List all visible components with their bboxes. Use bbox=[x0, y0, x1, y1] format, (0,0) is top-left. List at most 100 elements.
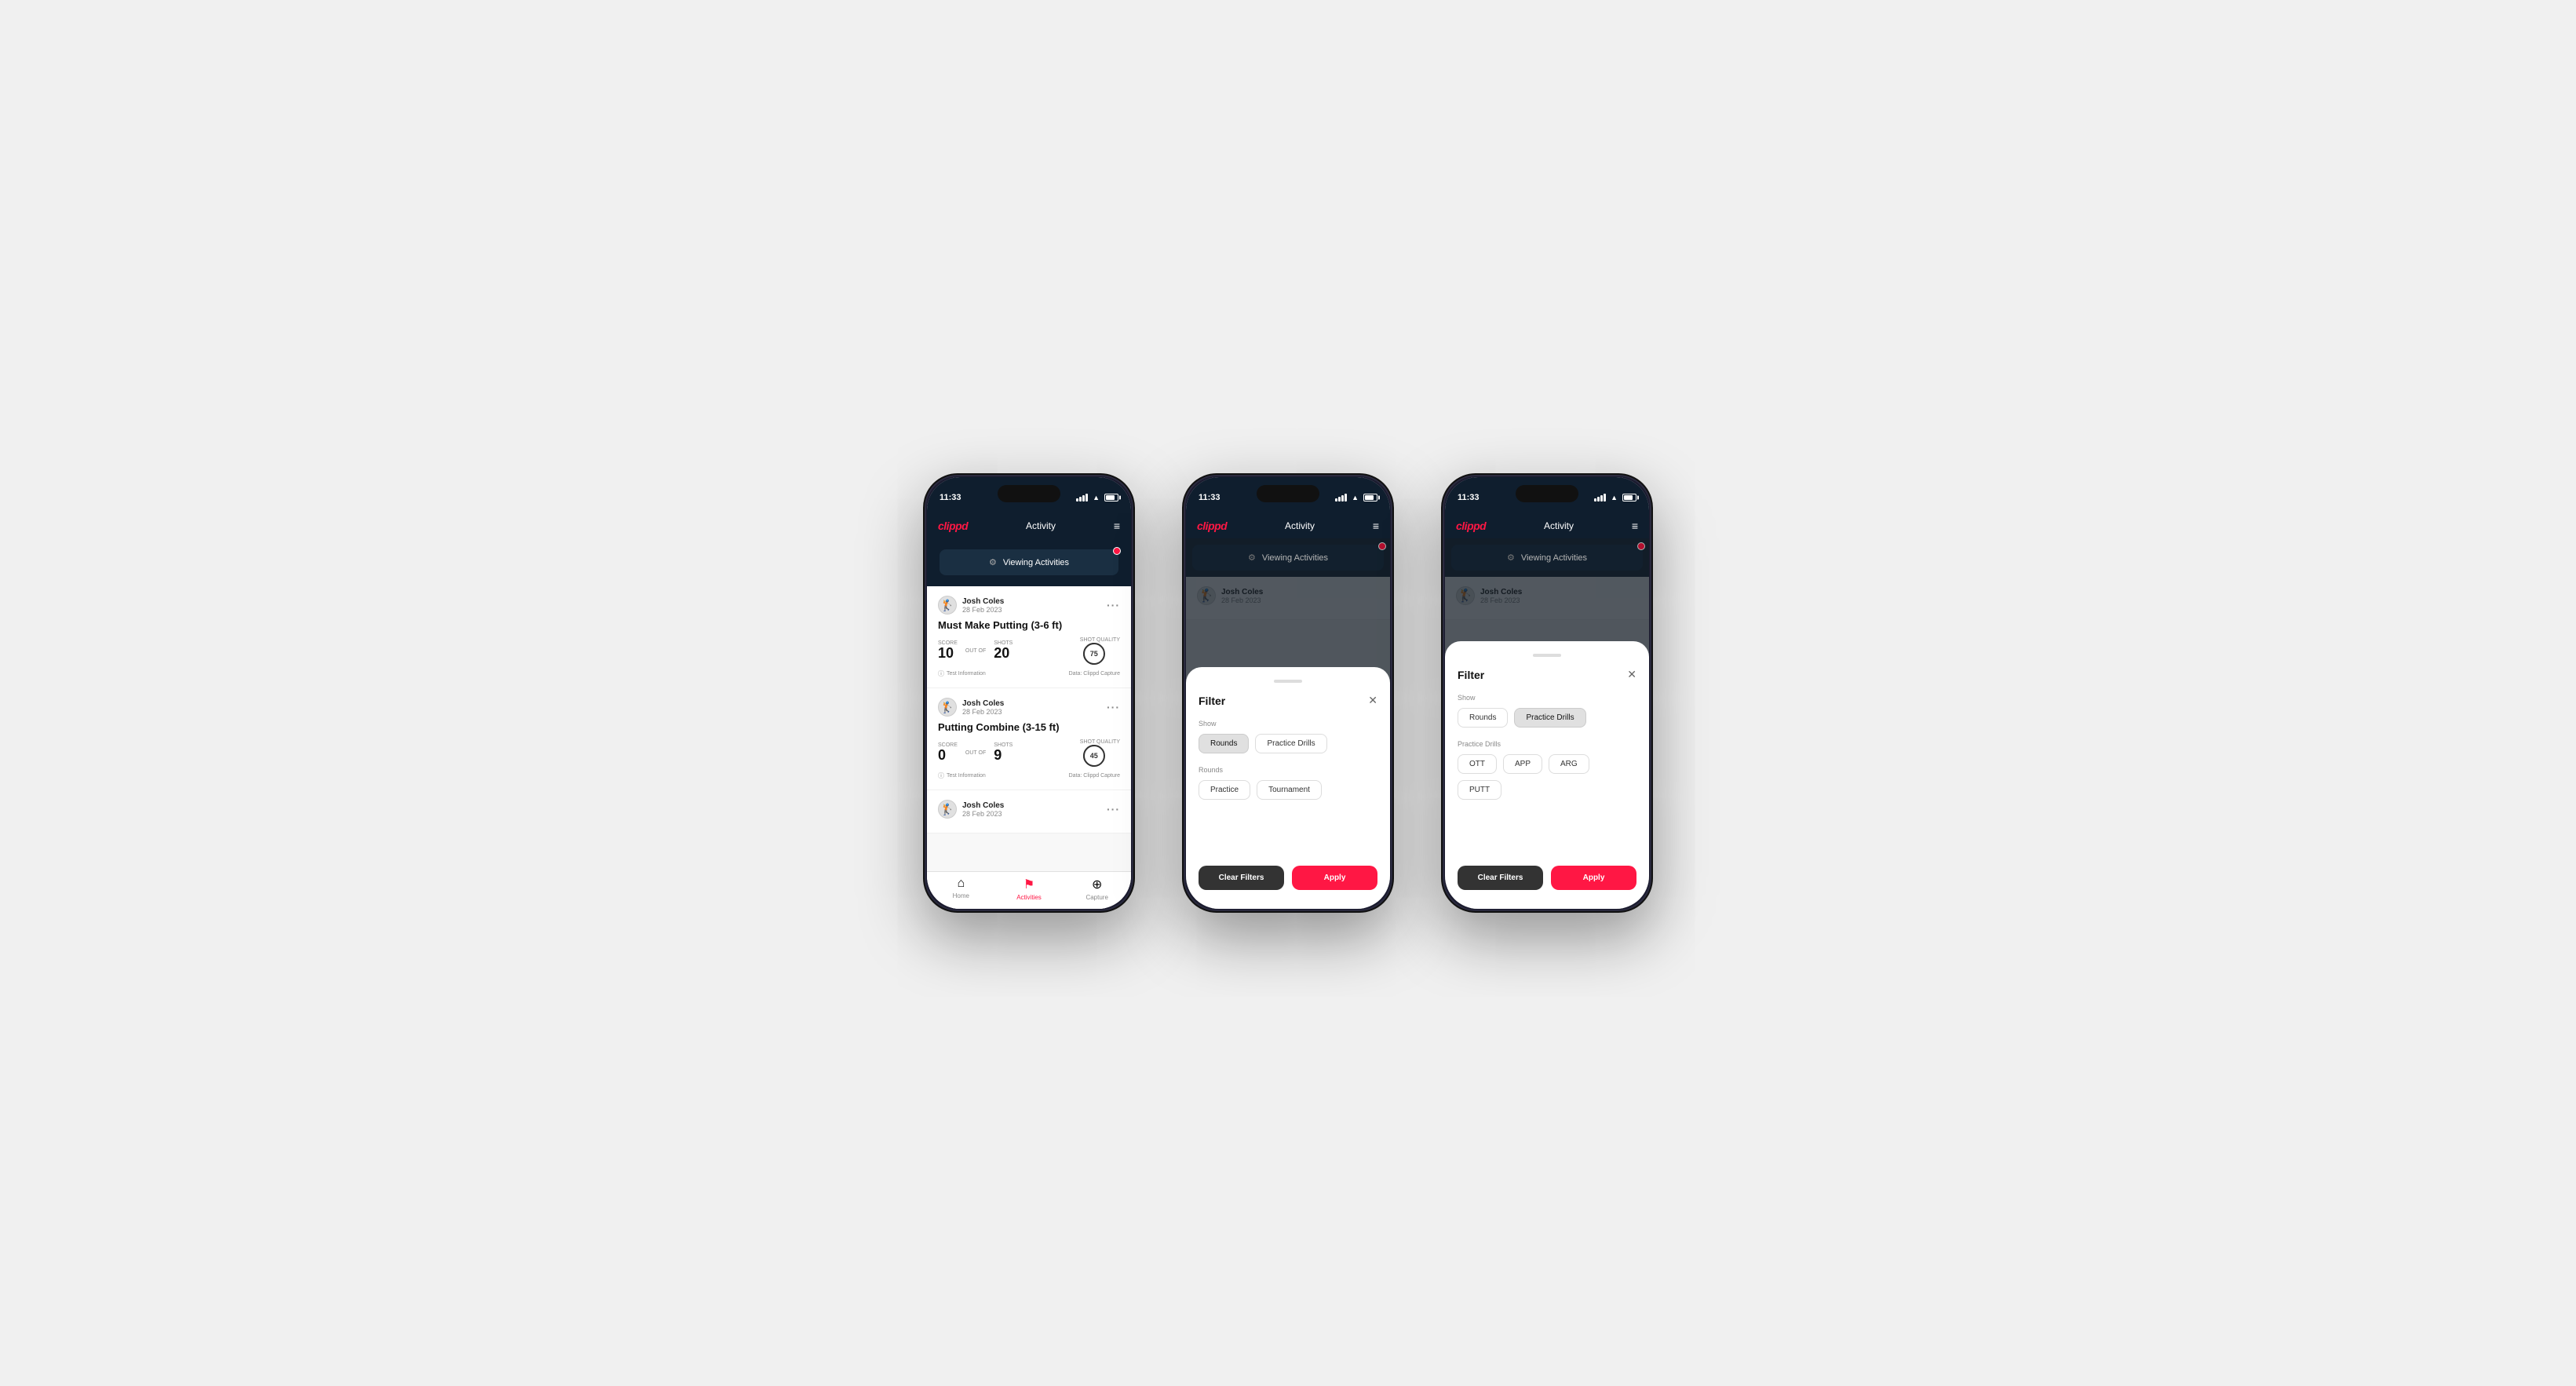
user-date-1: 28 Feb 2023 bbox=[962, 606, 1004, 614]
tab-bar-1: ⌂ Home ⚑ Activities ⊕ Capture bbox=[927, 871, 1131, 909]
wifi-icon-3: ▲ bbox=[1611, 494, 1618, 502]
dynamic-island bbox=[998, 485, 1060, 502]
clear-filters-button-3[interactable]: Clear Filters bbox=[1458, 866, 1543, 890]
out-of-2: OUT OF bbox=[965, 750, 986, 756]
chip-app-3[interactable]: APP bbox=[1503, 754, 1542, 774]
drills-label-3: Practice Drills bbox=[1458, 740, 1636, 748]
menu-icon-3[interactable]: ≡ bbox=[1632, 520, 1638, 532]
chip-rounds-3[interactable]: Rounds bbox=[1458, 708, 1508, 728]
avatar-2: 🏌 bbox=[938, 698, 957, 717]
app-title-2: Activity bbox=[1285, 520, 1315, 531]
chip-tournament-2[interactable]: Tournament bbox=[1257, 780, 1322, 800]
viewing-activities-banner-1[interactable]: ⚙ Viewing Activities bbox=[940, 549, 1118, 575]
status-time-1: 11:33 bbox=[940, 493, 961, 502]
apply-button-2[interactable]: Apply bbox=[1292, 866, 1377, 890]
app-title-3: Activity bbox=[1544, 520, 1574, 531]
user-name-1: Josh Coles bbox=[962, 597, 1004, 606]
banner-notification-dot-1 bbox=[1113, 547, 1121, 555]
background-dimmed-3: ⚙ Viewing Activities 🏌 Josh Coles 28 Feb… bbox=[1445, 538, 1649, 909]
signal-icon-2 bbox=[1335, 494, 1347, 502]
show-label-2: Show bbox=[1199, 720, 1377, 728]
avatar-1: 🏌 bbox=[938, 596, 957, 615]
phone-2: 11:33 ▲ clippd Activity bbox=[1182, 473, 1394, 913]
show-label-3: Show bbox=[1458, 694, 1636, 702]
filter-modal-2: Filter ✕ Show Rounds Practice Drills Rou… bbox=[1186, 667, 1390, 909]
modal-handle-2 bbox=[1274, 680, 1302, 683]
drills-filter-chips-3: OTT APP ARG PUTT bbox=[1458, 754, 1636, 800]
more-options-1[interactable]: ··· bbox=[1107, 599, 1120, 611]
battery-icon-3 bbox=[1622, 494, 1636, 502]
chip-practice-2[interactable]: Practice bbox=[1199, 780, 1250, 800]
modal-actions-2: Clear Filters Apply bbox=[1199, 866, 1377, 890]
card-header-1: 🏌 Josh Coles 28 Feb 2023 ··· bbox=[938, 596, 1120, 615]
close-icon-3[interactable]: ✕ bbox=[1627, 668, 1636, 681]
modal-header-3: Filter ✕ bbox=[1458, 668, 1636, 681]
app-header-2: clippd Activity ≡ bbox=[1186, 513, 1390, 538]
chip-putt-3[interactable]: PUTT bbox=[1458, 780, 1501, 800]
modal-overlay-2: Filter ✕ Show Rounds Practice Drills Rou… bbox=[1186, 538, 1390, 909]
more-options-3[interactable]: ··· bbox=[1107, 803, 1120, 815]
signal-icon-1 bbox=[1076, 494, 1088, 502]
activities-icon-1: ⚑ bbox=[1023, 877, 1034, 892]
dynamic-island-3 bbox=[1516, 485, 1578, 502]
user-info-3: 🏌 Josh Coles 28 Feb 2023 bbox=[938, 800, 1004, 819]
tab-capture-1[interactable]: ⊕ Capture bbox=[1063, 877, 1131, 901]
card-header-2: 🏌 Josh Coles 28 Feb 2023 ··· bbox=[938, 698, 1120, 717]
card-footer-2: ⓘ Test Information Data: Clippd Capture bbox=[938, 771, 1120, 780]
show-filter-chips-3: Rounds Practice Drills bbox=[1458, 708, 1636, 728]
stats-row-1: Score 10 OUT OF Shots 20 Shot Quality bbox=[938, 637, 1120, 665]
tab-home-1[interactable]: ⌂ Home bbox=[927, 877, 995, 901]
battery-icon-1 bbox=[1104, 494, 1118, 502]
dynamic-island-2 bbox=[1257, 485, 1319, 502]
apply-button-3[interactable]: Apply bbox=[1551, 866, 1636, 890]
background-dimmed-2: ⚙ Viewing Activities 🏌 Josh Coles 28 Feb… bbox=[1186, 538, 1390, 909]
phone-1: 11:33 ▲ clippd Activity bbox=[923, 473, 1135, 913]
chip-rounds-2[interactable]: Rounds bbox=[1199, 734, 1249, 753]
data-source-1: Data: Clippd Capture bbox=[1069, 671, 1120, 677]
status-icons-2: ▲ bbox=[1335, 494, 1377, 502]
filter-title-2: Filter bbox=[1199, 695, 1225, 707]
user-date-3: 28 Feb 2023 bbox=[962, 810, 1004, 818]
tab-capture-label-1: Capture bbox=[1085, 894, 1107, 901]
status-icons-3: ▲ bbox=[1594, 494, 1636, 502]
banner-text-1: Viewing Activities bbox=[1003, 558, 1069, 567]
close-icon-2[interactable]: ✕ bbox=[1368, 694, 1377, 707]
activity-title-1: Must Make Putting (3-6 ft) bbox=[938, 619, 1120, 631]
screen-content-1: ⚙ Viewing Activities 🏌 bbox=[927, 538, 1131, 909]
app-header-1: clippd Activity ≡ bbox=[927, 513, 1131, 538]
score-value-2: 0 bbox=[938, 747, 946, 763]
status-time-2: 11:33 bbox=[1199, 493, 1220, 502]
user-name-3: Josh Coles bbox=[962, 801, 1004, 810]
wifi-icon-2: ▲ bbox=[1352, 494, 1359, 502]
more-options-2[interactable]: ··· bbox=[1107, 701, 1120, 713]
chip-ott-3[interactable]: OTT bbox=[1458, 754, 1497, 774]
user-info-2: 🏌 Josh Coles 28 Feb 2023 bbox=[938, 698, 1004, 717]
user-info-1: 🏌 Josh Coles 28 Feb 2023 bbox=[938, 596, 1004, 615]
tab-activities-1[interactable]: ⚑ Activities bbox=[995, 877, 1064, 901]
modal-header-2: Filter ✕ bbox=[1199, 694, 1377, 707]
activity-title-2: Putting Combine (3-15 ft) bbox=[938, 721, 1120, 733]
chip-practice-drills-3[interactable]: Practice Drills bbox=[1514, 708, 1585, 728]
rounds-filter-chips-2: Practice Tournament bbox=[1199, 780, 1377, 800]
chip-practice-drills-2[interactable]: Practice Drills bbox=[1255, 734, 1326, 753]
tab-activities-label-1: Activities bbox=[1016, 894, 1042, 901]
wifi-icon-1: ▲ bbox=[1093, 494, 1100, 502]
tab-home-label-1: Home bbox=[953, 892, 969, 899]
modal-handle-3 bbox=[1533, 654, 1561, 657]
chip-arg-3[interactable]: ARG bbox=[1549, 754, 1589, 774]
data-source-2: Data: Clippd Capture bbox=[1069, 773, 1120, 779]
show-filter-chips-2: Rounds Practice Drills bbox=[1199, 734, 1377, 753]
modal-actions-3: Clear Filters Apply bbox=[1458, 866, 1636, 890]
home-icon-1: ⌂ bbox=[958, 877, 965, 891]
card-header-3: 🏌 Josh Coles 28 Feb 2023 ··· bbox=[938, 800, 1120, 819]
user-name-2: Josh Coles bbox=[962, 699, 1004, 708]
clear-filters-button-2[interactable]: Clear Filters bbox=[1199, 866, 1284, 890]
test-info-1: ⓘ Test Information bbox=[938, 669, 986, 678]
stats-row-2: Score 0 OUT OF Shots 9 Shot Quality bbox=[938, 739, 1120, 767]
phone-3: 11:33 ▲ clippd Activity bbox=[1441, 473, 1653, 913]
menu-icon-1[interactable]: ≡ bbox=[1114, 520, 1120, 532]
out-of-1: OUT OF bbox=[965, 648, 986, 654]
menu-icon-2[interactable]: ≡ bbox=[1373, 520, 1379, 532]
activity-card-1: 🏌 Josh Coles 28 Feb 2023 ··· Must Make P… bbox=[927, 586, 1131, 688]
rounds-label-2: Rounds bbox=[1199, 766, 1377, 774]
